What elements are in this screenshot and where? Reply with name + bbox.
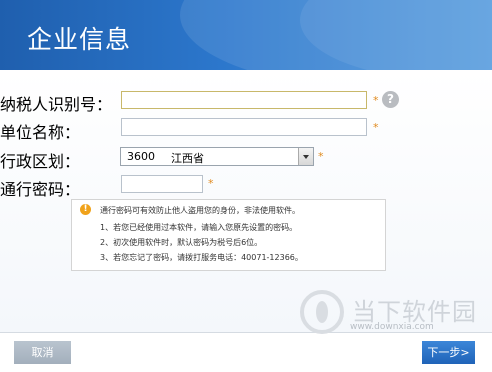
- cancel-button[interactable]: 取消: [14, 341, 71, 364]
- tax-id-label-wrap: 纳税人识别号：: [0, 91, 115, 114]
- watermark: 当下软件园 www.downxia.com: [300, 290, 490, 350]
- notice-line: 通行密码可有效防止他人盗用您的身份，非法使用软件。: [100, 206, 300, 215]
- watermark-url: www.downxia.com: [350, 322, 434, 332]
- page-title: 企业信息: [27, 25, 132, 54]
- company-label-wrap: 单位名称：: [0, 119, 115, 142]
- notice-line: 2、初次使用软件时，默认密码为税号后6位。: [100, 238, 263, 247]
- notice-box: ! 通行密码可有效防止他人盗用您的身份，非法使用软件。 1、若您已经使用过本软件…: [71, 199, 386, 271]
- watermark-logo-icon: [300, 290, 344, 334]
- region-select[interactable]: 3600 江西省: [120, 147, 314, 166]
- required-mark: *: [373, 94, 379, 107]
- header-banner: 企业信息: [0, 0, 492, 70]
- region-label: 行政区划：: [0, 152, 81, 171]
- password-input[interactable]: [121, 175, 203, 193]
- warning-circle-icon: !: [80, 204, 91, 215]
- region-label-wrap: 行政区划：: [0, 148, 115, 171]
- question-circle-icon[interactable]: ?: [382, 91, 399, 108]
- tax-id-label: 纳税人识别号：: [0, 95, 113, 114]
- region-code: 3600: [127, 150, 155, 163]
- notice-line: 1、若您已经使用过本软件，请输入您原先设置的密码。: [100, 223, 298, 232]
- required-mark: *: [373, 121, 379, 134]
- notice-line: 3、若您忘记了密码，请拨打服务电话：40071-12366。: [100, 253, 303, 262]
- chevron-down-icon[interactable]: [298, 148, 313, 165]
- region-name: 江西省: [171, 152, 204, 165]
- company-name-input[interactable]: [121, 118, 367, 136]
- password-label: 通行密码：: [0, 180, 81, 199]
- company-label: 单位名称：: [0, 123, 81, 142]
- required-mark: *: [318, 150, 324, 163]
- tax-id-input[interactable]: [121, 91, 367, 109]
- required-mark: *: [208, 177, 214, 190]
- password-label-wrap: 通行密码：: [0, 176, 115, 199]
